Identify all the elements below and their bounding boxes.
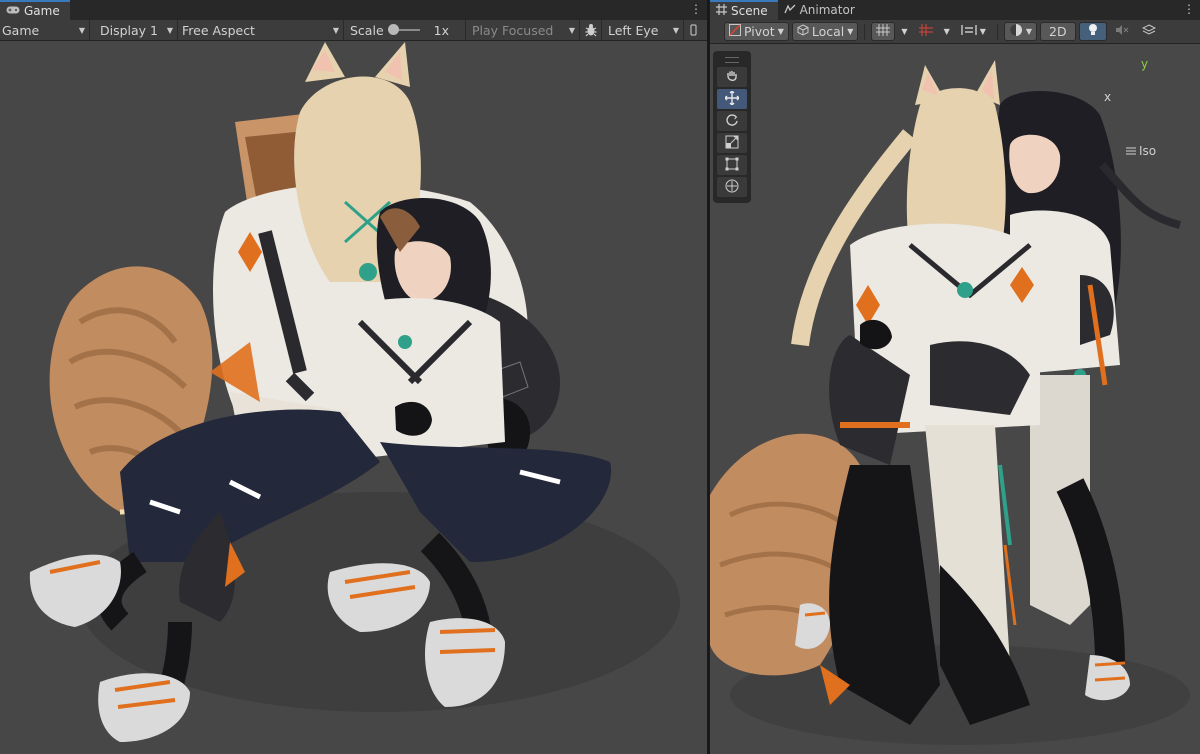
game-toolbar: Game ▼ Display 1 ▼ Free Aspect ▼ Scale 1… [0, 19, 707, 41]
tab-scene-label: Scene [731, 4, 768, 18]
chevron-down-icon: ▼ [979, 27, 986, 36]
game-viewport[interactable] [0, 42, 707, 754]
play-focused-dropdown[interactable]: Play Focused ▼ [466, 19, 580, 41]
scale-slider-handle[interactable] [387, 24, 399, 35]
tab-animator[interactable]: Animator [778, 0, 865, 20]
unity-editor: Game ⋮ Game ▼ Display 1 ▼ Free Aspect ▼ … [0, 0, 1200, 754]
toolbar-separator [996, 23, 998, 40]
toggle-2d-label: 2D [1049, 24, 1067, 39]
scale-icon [725, 135, 739, 152]
chevron-down-icon: ▼ [78, 25, 85, 35]
scene-toolbar: Pivot ▼ Local ▼ ▼ ▼ ▼ ▼ 2D [710, 20, 1200, 44]
game-scene-render [29, 42, 680, 742]
tab-game[interactable]: Game [0, 0, 70, 20]
rect-tool-button[interactable] [717, 155, 747, 175]
game-tabbar: Game ⋮ [0, 0, 707, 20]
transform-tool-button[interactable] [717, 177, 747, 197]
increment-snap-button[interactable] [914, 22, 938, 41]
align-button[interactable]: ▼ [956, 22, 991, 41]
chevron-down-icon: ▼ [777, 27, 784, 36]
grid-snap-dropdown[interactable]: ▼ [898, 22, 910, 41]
pivot-value: Pivot [744, 24, 775, 39]
gamepad-icon [6, 4, 20, 18]
display-dropdown[interactable]: Display 1 ▼ [90, 19, 178, 41]
scale-tool-button[interactable] [717, 133, 747, 153]
bug-icon[interactable] [580, 19, 602, 41]
gizmo-x-label: x [1104, 90, 1112, 104]
effects-toggle[interactable] [1137, 22, 1161, 41]
increment-snap-icon [918, 24, 933, 39]
chevron-down-icon: ▼ [332, 25, 339, 35]
tab-animator-label: Animator [799, 3, 855, 17]
shading-mode-icon [1009, 23, 1023, 40]
scene-panel-menu-icon[interactable]: ⋮ [1183, 2, 1195, 16]
chevron-down-icon: ▼ [1025, 27, 1033, 36]
rotate-icon [725, 113, 739, 130]
toolbar-overflow-icon[interactable] [684, 20, 704, 41]
chevron-down-icon: ▼ [943, 27, 950, 36]
grid-snap-icon [876, 24, 891, 39]
chevron-down-icon: ▼ [166, 25, 173, 35]
game-mode-value: Game [2, 22, 40, 38]
menu-lines-icon [1126, 144, 1136, 158]
scale-slider[interactable] [387, 24, 420, 35]
scale-control: Scale 1x [344, 19, 466, 41]
projection-label: Iso [1139, 144, 1157, 158]
eye-value: Left Eye [608, 22, 659, 38]
increment-snap-dropdown[interactable]: ▼ [941, 22, 953, 41]
animator-icon [783, 3, 796, 17]
scene-panel: Scene Animator ⋮ Pivot ▼ Local ▼ ▼ ▼ ▼ ▼… [710, 0, 1200, 754]
overlay-grip-handle[interactable] [725, 57, 739, 63]
local-dropdown[interactable]: Local ▼ [791, 22, 859, 41]
gizmo-y-label: y [1141, 57, 1149, 71]
chevron-down-icon: ▼ [568, 25, 575, 35]
local-value: Local [811, 24, 845, 39]
game-panel: Game ⋮ Game ▼ Display 1 ▼ Free Aspect ▼ … [0, 0, 707, 754]
aspect-value: Free Aspect [182, 22, 255, 38]
audio-toggle[interactable] [1110, 22, 1134, 41]
hand-icon [725, 69, 739, 86]
layers-icon [1141, 24, 1156, 39]
tab-game-label: Game [24, 4, 60, 18]
lightbulb-icon [1088, 23, 1098, 40]
cube-icon [797, 24, 809, 39]
display-value: Display 1 [100, 22, 159, 38]
grid-icon [716, 4, 727, 18]
pivot-dropdown[interactable]: Pivot ▼ [724, 22, 789, 41]
projection-toggle[interactable]: Iso [1126, 144, 1156, 158]
align-icon [961, 24, 977, 39]
grid-snap-button[interactable] [871, 22, 896, 41]
scene-tools-overlay [713, 51, 751, 203]
scale-label: Scale [350, 22, 384, 38]
view-tool-button[interactable] [717, 67, 747, 87]
scale-value: 1x [433, 22, 449, 38]
tab-scene[interactable]: Scene [710, 0, 778, 20]
toggle-2d-button[interactable]: 2D [1040, 22, 1076, 41]
move-tool-button[interactable] [717, 89, 747, 109]
rect-transform-icon [725, 157, 739, 174]
pivot-icon [729, 24, 741, 39]
play-focused-value: Play Focused [472, 22, 554, 38]
scene-tabbar: Scene Animator ⋮ [710, 0, 1200, 20]
toolbar-separator [864, 23, 866, 40]
game-mode-dropdown[interactable]: Game ▼ [0, 19, 90, 41]
scene-viewport[interactable]: y x Iso [710, 45, 1200, 754]
character-blonde [791, 60, 1040, 725]
eye-dropdown[interactable]: Left Eye ▼ [602, 19, 684, 41]
transform-icon [725, 179, 739, 196]
chevron-down-icon: ▼ [847, 27, 854, 36]
chevron-down-icon: ▼ [901, 27, 908, 36]
draw-mode-dropdown[interactable]: ▼ [1003, 22, 1038, 41]
lighting-toggle[interactable] [1078, 22, 1107, 41]
move-icon [724, 90, 740, 108]
game-panel-menu-icon[interactable]: ⋮ [690, 2, 702, 16]
chevron-down-icon: ▼ [672, 25, 679, 35]
mute-icon [1115, 24, 1129, 39]
aspect-dropdown[interactable]: Free Aspect ▼ [178, 19, 344, 41]
rotate-tool-button[interactable] [717, 111, 747, 131]
